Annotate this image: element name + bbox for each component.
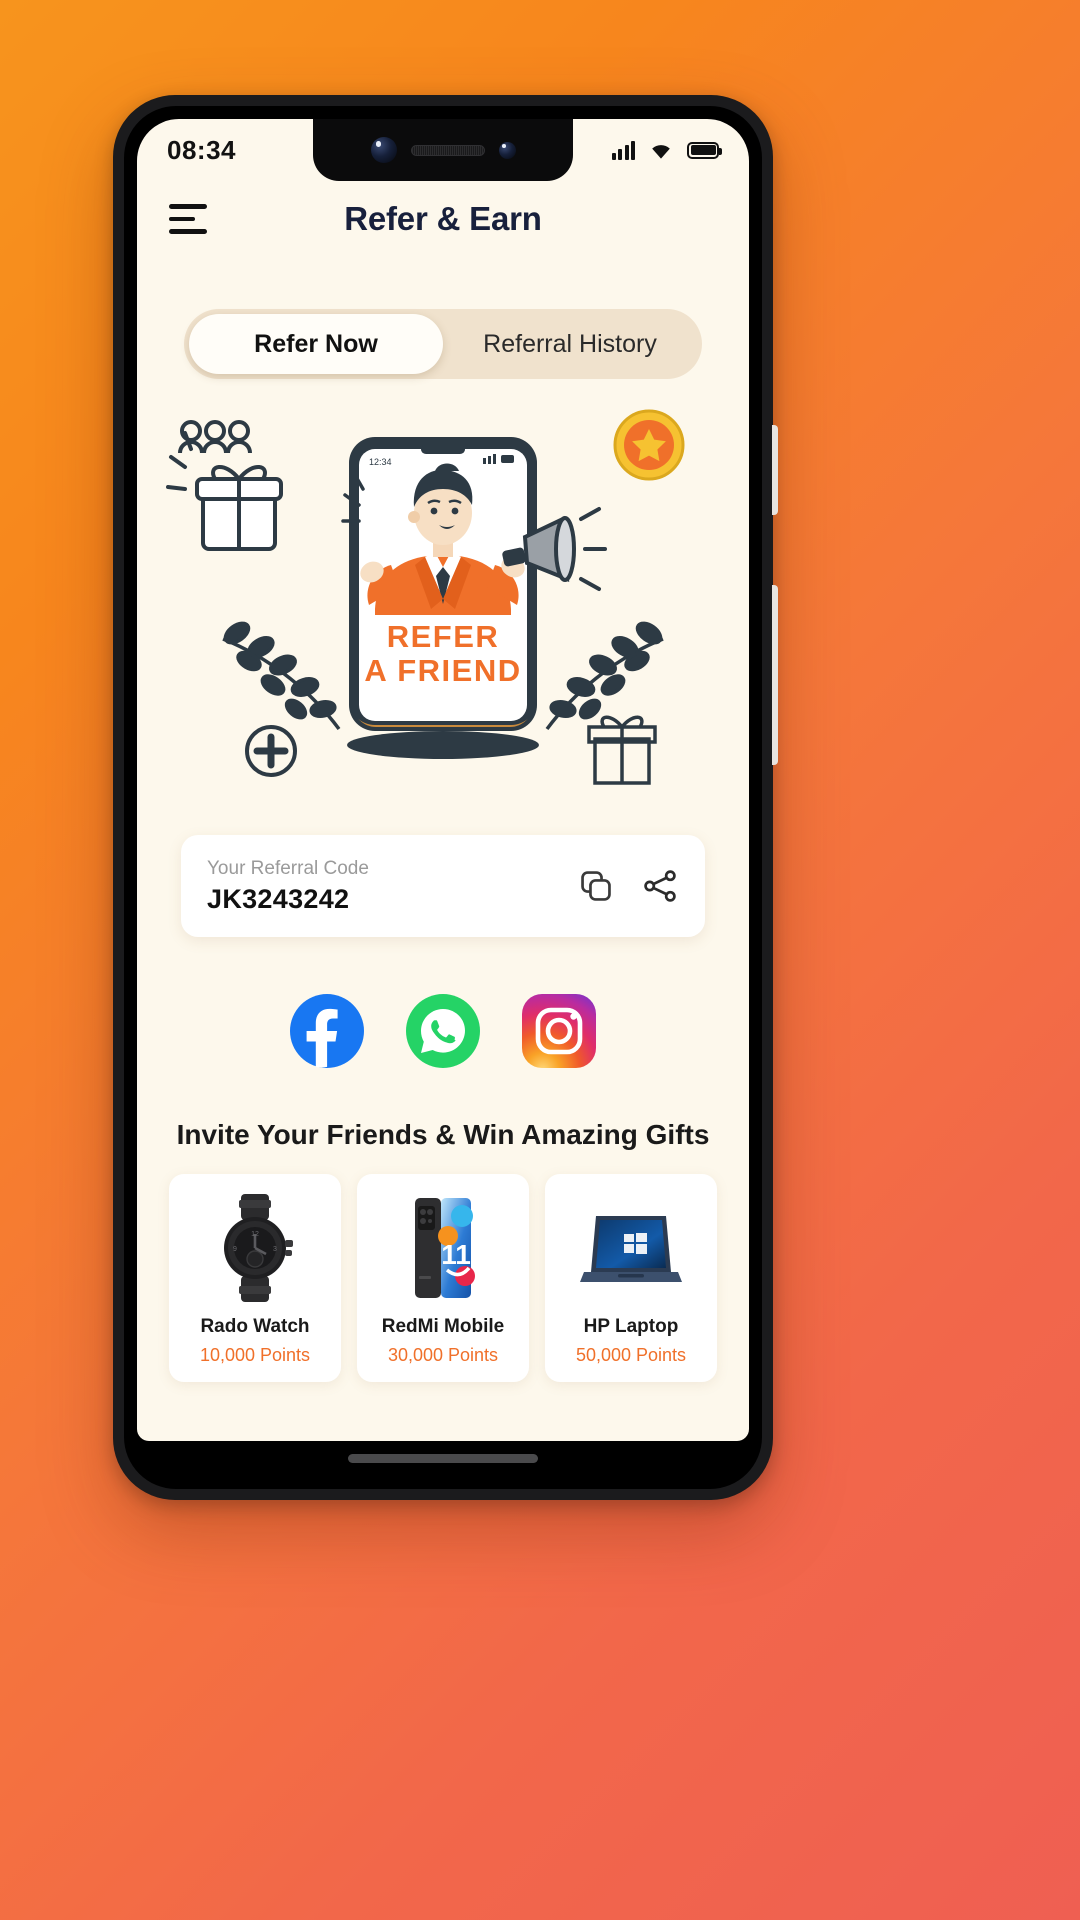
phone-bezel: 08:34 Refer & Earn Refer Now Referral Hi… — [124, 106, 762, 1489]
svg-text:12: 12 — [251, 1231, 259, 1238]
svg-text:9: 9 — [233, 1246, 237, 1253]
gift-cards-list: 12 3 9 Rado Watch 10,000 Points 11 RedMi… — [169, 1174, 717, 1382]
home-indicator[interactable] — [348, 1454, 538, 1463]
tab-refer-now[interactable]: Refer Now — [189, 314, 443, 374]
refer-a-friend-illustration: 12:34 REFER A FRIEND — [137, 409, 749, 809]
app-screen: 08:34 Refer & Earn Refer Now Referral Hi… — [137, 119, 749, 1441]
tab-bar: Refer Now Referral History — [184, 309, 702, 379]
status-time: 08:34 — [167, 134, 236, 165]
svg-text:3: 3 — [273, 1246, 277, 1253]
gift-name: HP Laptop — [583, 1316, 679, 1337]
wifi-icon — [648, 140, 674, 160]
gift-name: RedMi Mobile — [381, 1316, 505, 1337]
phone-device-frame: 08:34 Refer & Earn Refer Now Referral Hi… — [113, 95, 778, 1500]
referral-code-card: Your Referral Code JK3243242 — [181, 835, 705, 937]
referral-code-text: Your Referral Code JK3243242 — [207, 858, 577, 915]
svg-text:12:34: 12:34 — [369, 457, 392, 467]
page-title: Refer & Earn — [344, 200, 542, 237]
gift-card-laptop[interactable]: HP Laptop 50,000 Points — [545, 1174, 717, 1382]
app-header: Refer & Earn — [137, 181, 749, 257]
tab-referral-history[interactable]: Referral History — [443, 314, 697, 374]
facebook-icon[interactable] — [290, 994, 364, 1068]
signal-bars-icon — [611, 140, 635, 160]
secondary-camera-icon — [498, 141, 516, 159]
copy-icon[interactable] — [577, 867, 615, 905]
gift-points: 30,000 Points — [387, 1345, 499, 1365]
earpiece-speaker — [410, 144, 485, 156]
gifts-section-heading: Invite Your Friends & Win Amazing Gifts — [176, 1119, 710, 1150]
watch-image: 12 3 9 — [203, 1192, 307, 1304]
instagram-icon[interactable] — [522, 994, 596, 1068]
gift-points: 10,000 Points — [199, 1345, 311, 1365]
gift-card-mobile[interactable]: 11 RedMi Mobile 30,000 Points — [357, 1174, 529, 1382]
svg-text:A FRIEND: A FRIEND — [364, 653, 521, 688]
battery-full-icon — [687, 141, 722, 159]
whatsapp-icon[interactable] — [406, 994, 480, 1068]
volume-button[interactable] — [772, 425, 778, 515]
smartphone-image: 11 — [391, 1192, 495, 1304]
svg-text:REFER: REFER — [387, 619, 500, 654]
laptop-image — [576, 1192, 686, 1304]
front-camera-icon — [370, 137, 397, 163]
gift-points: 50,000 Points — [575, 1345, 687, 1365]
svg-text:11: 11 — [441, 1239, 471, 1270]
referral-code-label: Your Referral Code — [207, 857, 369, 879]
power-button[interactable] — [772, 585, 778, 765]
referral-code-value: JK3243242 — [207, 883, 350, 914]
gift-name: Rado Watch — [200, 1316, 310, 1337]
referral-card-actions — [577, 867, 679, 905]
camera-notch — [313, 119, 573, 181]
social-share-row — [137, 994, 749, 1068]
status-icons — [611, 140, 722, 160]
gift-card-watch[interactable]: 12 3 9 Rado Watch 10,000 Points — [169, 1174, 341, 1382]
share-icon[interactable] — [641, 867, 679, 905]
